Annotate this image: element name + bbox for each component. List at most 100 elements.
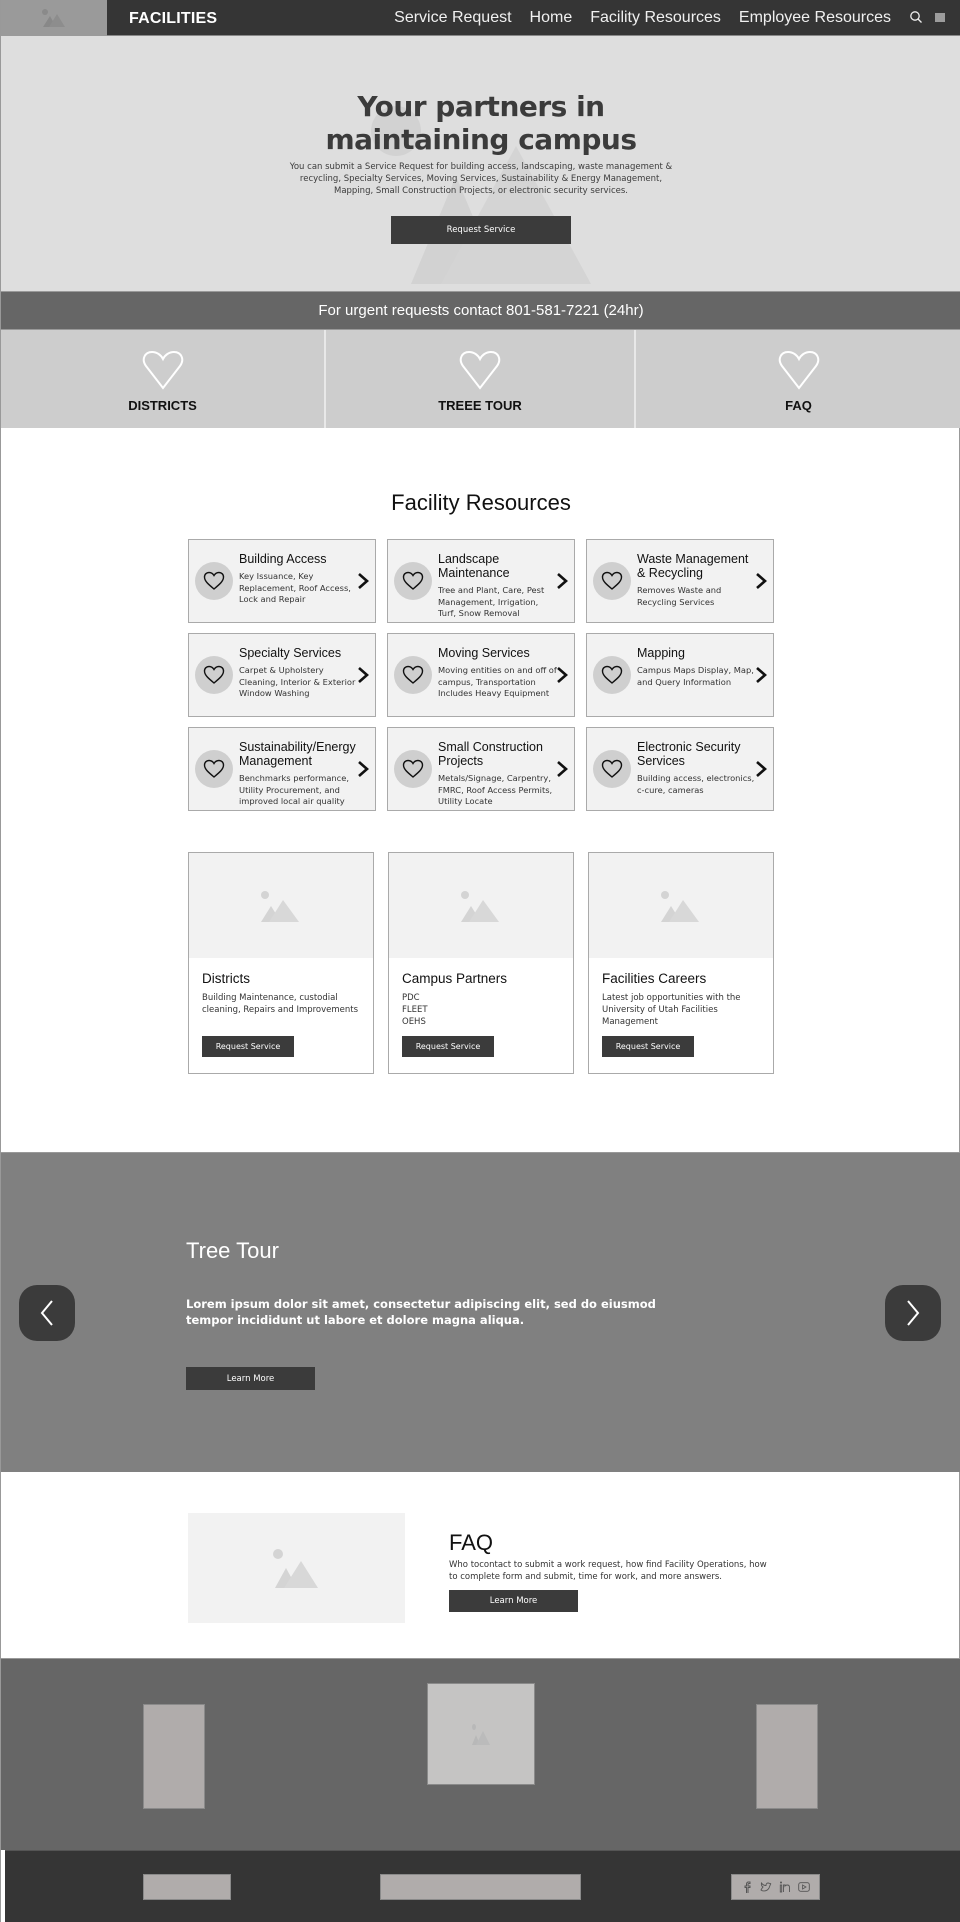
hero-title: Your partners in maintaining campus: [1, 90, 960, 156]
chevron-right-icon[interactable]: [755, 572, 767, 590]
card-title: Campus Partners: [402, 971, 508, 986]
resource-description: Metals/Signage, Carpentry, FMRC, Roof Ac…: [438, 773, 553, 806]
resource-card[interactable]: Landscape Maintenance Tree and Plant, Ca…: [387, 539, 575, 623]
resource-card[interactable]: Waste Management & Recycling Removes Was…: [586, 539, 774, 623]
tile-tree-tour[interactable]: TREEE TOUR: [326, 330, 636, 428]
card-request-service-button[interactable]: Request Service: [402, 1036, 494, 1057]
heart-icon: [142, 350, 183, 390]
resource-card[interactable]: Small Construction Projects Metals/Signa…: [387, 727, 575, 811]
carousel-next-button[interactable]: [885, 1285, 941, 1341]
chevron-right-icon[interactable]: [755, 760, 767, 778]
chevron-right-icon[interactable]: [357, 666, 369, 684]
chevron-right-icon[interactable]: [357, 572, 369, 590]
footer-right-placeholder: [756, 1704, 818, 1809]
logo-image-placeholder[interactable]: [1, 0, 107, 36]
resource-description: Benchmarks performance, Utility Procurem…: [239, 773, 349, 806]
resource-card[interactable]: Sustainability/Energy Management Benchma…: [188, 727, 376, 811]
facility-resources-grid: Building Access Key Issuance, Key Replac…: [188, 539, 774, 811]
resource-description: Carpet & Upholstery Cleaning, Interior &…: [239, 665, 356, 698]
resource-name: Moving Services: [438, 646, 530, 660]
card-image-placeholder: [589, 853, 773, 958]
hero-title-line-1: Your partners in: [357, 90, 605, 123]
linkedin-icon[interactable]: [779, 1881, 791, 1893]
image-placeholder-icon: [661, 890, 699, 922]
chevron-right-icon[interactable]: [556, 760, 568, 778]
feature-card-facilities-careers: Facilities Careers Latest job opportunit…: [588, 852, 774, 1074]
resource-name: Mapping: [637, 646, 685, 660]
tree-tour-carousel: Tree Tour Lorem ipsum dolor sit amet, co…: [1, 1152, 960, 1472]
tree-tour-learn-more-button[interactable]: Learn More: [186, 1367, 315, 1390]
tree-tour-description: Lorem ipsum dolor sit amet, consectetur …: [186, 1297, 656, 1327]
resource-icon-circle: [593, 562, 631, 600]
social-links: [731, 1874, 820, 1900]
tile-label: DISTRICTS: [128, 398, 197, 413]
resource-name: Building Access: [239, 552, 327, 566]
resource-card[interactable]: Mapping Campus Maps Display, Map, and Qu…: [586, 633, 774, 717]
resource-icon-circle: [593, 656, 631, 694]
faq-title: FAQ: [449, 1530, 494, 1555]
nav-link-facility-resources[interactable]: Facility Resources: [590, 9, 721, 27]
tree-tour-title: Tree Tour: [186, 1238, 279, 1263]
tile-label: FAQ: [785, 398, 812, 413]
resource-description: Removes Waste and Recycling Services: [637, 585, 722, 607]
resource-card[interactable]: Specialty Services Carpet & Upholstery C…: [188, 633, 376, 717]
facility-resources-heading: Facility Resources: [391, 490, 571, 515]
resource-icon-circle: [394, 656, 432, 694]
card-description: Latest job opportunities with the Univer…: [602, 993, 741, 1027]
resource-card[interactable]: Electronic Security Services Building ac…: [586, 727, 774, 811]
faq-image-placeholder: [188, 1513, 405, 1623]
card-request-service-button[interactable]: Request Service: [202, 1036, 294, 1057]
quick-links: DISTRICTS TREEE TOUR FAQ: [1, 330, 960, 428]
tile-districts[interactable]: DISTRICTS: [1, 330, 326, 428]
resource-description: Building access, electronics, c-cure, ca…: [637, 773, 755, 795]
footer-lower: [5, 1850, 960, 1922]
resource-icon-circle: [394, 750, 432, 788]
nav-link-employee-resources[interactable]: Employee Resources: [739, 9, 891, 27]
chevron-right-icon[interactable]: [357, 760, 369, 778]
resource-name: Specialty Services: [239, 646, 342, 660]
heart-icon: [459, 350, 501, 390]
hero-section: Your partners in maintaining campus You …: [1, 36, 960, 291]
image-placeholder-icon: [42, 9, 65, 27]
chevron-right-icon[interactable]: [755, 666, 767, 684]
card-description: PDC FLEET OEHS: [402, 993, 428, 1027]
footer-logo-placeholder: [427, 1683, 535, 1785]
heart-icon: [402, 665, 424, 684]
hero-description: You can submit a Service Request for bui…: [289, 162, 673, 196]
image-placeholder-icon: [261, 890, 299, 922]
chevron-right-icon[interactable]: [556, 666, 568, 684]
search-icon[interactable]: [909, 10, 923, 24]
heart-icon: [778, 350, 819, 390]
resource-card[interactable]: Building Access Key Issuance, Key Replac…: [188, 539, 376, 623]
resource-icon-circle: [394, 562, 432, 600]
twitter-icon[interactable]: [760, 1881, 772, 1893]
brand-name[interactable]: FACILITIES: [129, 10, 217, 28]
resource-description: Campus Maps Display, Map, and Query Info…: [637, 665, 754, 687]
resource-card[interactable]: Moving Services Moving entities on and o…: [387, 633, 575, 717]
footer-bottom-left-placeholder: [143, 1874, 231, 1900]
footer-left-placeholder: [143, 1704, 205, 1809]
resource-icon-circle: [195, 656, 233, 694]
main-nav: Service Request Home Facility Resources …: [394, 9, 891, 27]
nav-link-home[interactable]: Home: [530, 9, 573, 27]
heart-icon: [203, 759, 225, 778]
chevron-right-icon: [907, 1300, 920, 1326]
faq-learn-more-button[interactable]: Learn More: [449, 1590, 578, 1612]
chevron-right-icon[interactable]: [556, 572, 568, 590]
image-placeholder-icon: [272, 1549, 318, 1588]
card-title: Facilities Careers: [602, 971, 707, 986]
facebook-icon[interactable]: [741, 1881, 753, 1893]
carousel-prev-button[interactable]: [19, 1285, 75, 1341]
tile-faq[interactable]: FAQ: [636, 330, 960, 428]
nav-link-service-request[interactable]: Service Request: [394, 9, 511, 27]
feature-card-districts: Districts Building Maintenance, custodia…: [188, 852, 374, 1074]
menu-icon[interactable]: [935, 13, 945, 22]
urgent-contact-banner: For urgent requests contact 801-581-7221…: [1, 291, 960, 330]
hero-request-service-button[interactable]: Request Service: [391, 216, 571, 244]
youtube-icon[interactable]: [797, 1881, 810, 1893]
tile-label: TREEE TOUR: [438, 398, 522, 413]
heart-icon: [402, 571, 424, 590]
image-placeholder-icon: [472, 1724, 490, 1745]
card-request-service-button[interactable]: Request Service: [602, 1036, 694, 1057]
resource-icon-circle: [195, 750, 233, 788]
